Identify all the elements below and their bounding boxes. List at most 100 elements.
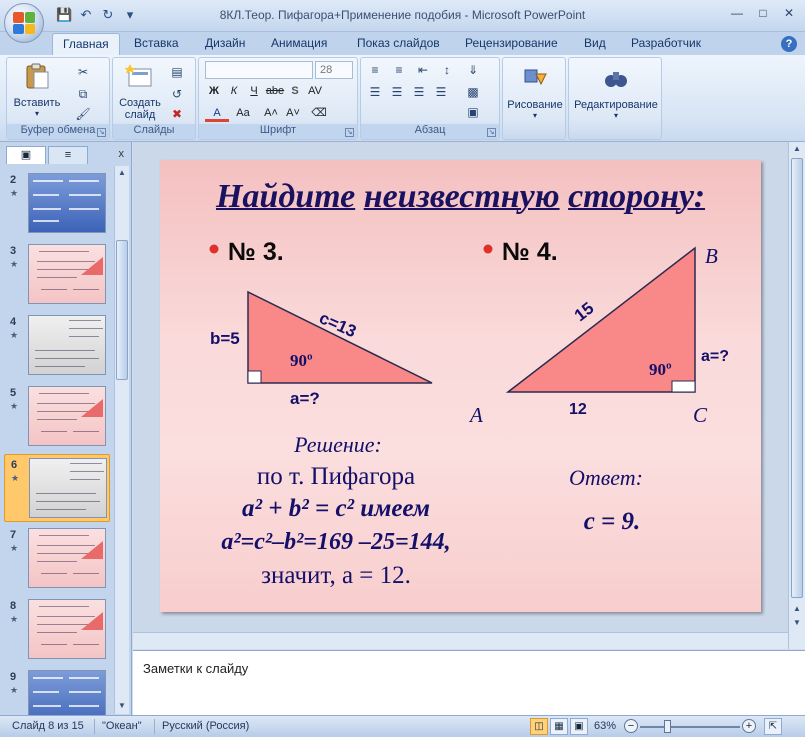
- prev-slide-icon[interactable]: ▲: [792, 604, 802, 613]
- text-direction-icon[interactable]: ⇓: [465, 62, 481, 78]
- slides-panel: ▣ ≡ x 2 ★ 3 ★ 4 ★ 5 ★ 6 ★ 7 ★ 8 ★ 9 ★ ▲ ▼: [0, 142, 132, 730]
- vscroll-up-icon[interactable]: ▲: [792, 144, 802, 153]
- thumbnail-text-line: [33, 691, 59, 693]
- underline-button[interactable]: Ч: [245, 82, 263, 100]
- normal-view-icon[interactable]: ◫: [530, 718, 548, 735]
- office-button[interactable]: [4, 3, 44, 43]
- slide-figures: № 3. b=5 c=13 90º a=? № 4. B A C 15 12 a…: [209, 238, 729, 589]
- paragraph-launcher-icon[interactable]: ↘: [487, 128, 496, 137]
- vertical-scrollbar[interactable]: ▲ ▲ ▼: [788, 142, 805, 649]
- slide-edit-area: Найдите неизвестную сторону: № 3. b=5 c=…: [133, 142, 805, 649]
- tab-animation[interactable]: Анимация: [271, 36, 327, 50]
- next-slide-icon[interactable]: ▼: [792, 618, 802, 627]
- clipboard-group-label: Буфер обмена: [7, 124, 109, 139]
- font-name-combo[interactable]: [205, 61, 313, 79]
- bullets-icon[interactable]: ≡: [367, 62, 383, 78]
- paste-button[interactable]: Вставить ▾: [11, 62, 63, 118]
- zoom-slider[interactable]: [640, 726, 740, 728]
- slide-number: 7: [10, 529, 17, 541]
- thumbnail-text-line: [69, 705, 99, 707]
- clear-format-button[interactable]: ⌫: [309, 104, 329, 122]
- help-icon[interactable]: ?: [781, 36, 797, 52]
- group-font: 28 Ж К Ч abe S AV A Аа A˄ A˅ ⌫ Шрифт ↘: [198, 57, 358, 140]
- smartart-icon[interactable]: ▣: [465, 104, 481, 120]
- tab-slideshow[interactable]: Показ слайдов: [357, 36, 440, 50]
- font-color-button[interactable]: A: [205, 104, 229, 122]
- thumbnail-text-line: [70, 471, 104, 472]
- theme-name[interactable]: "Океан": [102, 720, 142, 732]
- tab-home[interactable]: Главная: [52, 33, 120, 56]
- vscroll-thumb[interactable]: [791, 158, 803, 598]
- zoom-in-icon[interactable]: +: [742, 719, 756, 733]
- slide-thumbnail-item[interactable]: 2 ★: [4, 170, 110, 238]
- label-hyp-4: 15: [571, 299, 598, 326]
- slide-thumbnail-item[interactable]: 5 ★: [4, 383, 110, 451]
- editing-button[interactable]: Редактирование ▾: [571, 64, 661, 120]
- justify-icon[interactable]: ☰: [433, 84, 449, 100]
- font-launcher-icon[interactable]: ↘: [345, 128, 354, 137]
- panel-close-icon[interactable]: x: [119, 148, 125, 160]
- align-center-icon[interactable]: ☰: [389, 84, 405, 100]
- line-spacing-icon[interactable]: ↕: [439, 62, 455, 78]
- slide-thumbnail-item[interactable]: 3 ★: [4, 241, 110, 309]
- close-icon[interactable]: ✕: [777, 4, 801, 22]
- copy-icon[interactable]: ⧉: [75, 86, 91, 102]
- delete-slide-icon[interactable]: ✖: [169, 106, 185, 122]
- panel-scroll-thumb[interactable]: [116, 240, 128, 380]
- scroll-up-icon[interactable]: ▲: [117, 168, 127, 177]
- scroll-down-icon[interactable]: ▼: [117, 701, 127, 710]
- tab-developer[interactable]: Разработчик: [631, 36, 701, 50]
- shadow-button[interactable]: S: [287, 82, 303, 100]
- grow-font-button[interactable]: A˄: [261, 104, 281, 122]
- numbering-icon[interactable]: ≡: [391, 62, 407, 78]
- tab-insert[interactable]: Вставка: [134, 36, 179, 50]
- slide-canvas[interactable]: Найдите неизвестную сторону: № 3. b=5 c=…: [160, 160, 761, 612]
- italic-button[interactable]: К: [225, 82, 243, 100]
- tab-outline-view[interactable]: ≡: [48, 146, 88, 164]
- slide-thumbnail-item[interactable]: 7 ★: [4, 525, 110, 593]
- reset-icon[interactable]: ↺: [169, 86, 185, 102]
- language[interactable]: Русский (Россия): [162, 720, 249, 732]
- drawing-button[interactable]: Рисование ▾: [505, 64, 565, 120]
- slide-thumbnail-item[interactable]: 6 ★: [4, 454, 110, 522]
- cut-icon[interactable]: ✂: [75, 64, 91, 80]
- align-right-icon[interactable]: ☰: [411, 84, 427, 100]
- zoom-slider-knob[interactable]: [664, 720, 671, 733]
- maximize-icon[interactable]: □: [751, 4, 775, 22]
- notes-pane[interactable]: Заметки к слайду: [133, 650, 805, 715]
- shrink-font-button[interactable]: A˅: [283, 104, 303, 122]
- align-left-icon[interactable]: ☰: [367, 84, 383, 100]
- new-slide-button[interactable]: Создать слайд: [115, 62, 165, 121]
- layout-icon[interactable]: ▤: [169, 64, 185, 80]
- animation-star-icon: ★: [10, 188, 19, 198]
- tab-design[interactable]: Дизайн: [205, 36, 245, 50]
- fit-to-window-icon[interactable]: ⇱: [764, 718, 782, 735]
- slide-thumbnail-item[interactable]: 4 ★: [4, 312, 110, 380]
- decrease-indent-icon[interactable]: ⇤: [415, 62, 431, 78]
- format-painter-icon[interactable]: 🖌: [75, 106, 91, 122]
- zoom-out-icon[interactable]: −: [624, 719, 638, 733]
- bold-button[interactable]: Ж: [205, 82, 223, 100]
- tab-view[interactable]: Вид: [584, 36, 606, 50]
- panel-scrollbar[interactable]: ▲ ▼: [114, 166, 129, 714]
- tab-review[interactable]: Рецензирование: [465, 36, 558, 50]
- triangle-3[interactable]: [247, 290, 433, 384]
- thumbnail-text-line: [35, 350, 95, 351]
- minimize-icon[interactable]: —: [725, 4, 749, 22]
- office-logo-icon: [13, 12, 35, 34]
- clipboard-launcher-icon[interactable]: ↘: [97, 128, 106, 137]
- label-a-4: a=?: [701, 348, 729, 365]
- font-size-combo[interactable]: 28: [315, 61, 353, 79]
- strikethrough-button[interactable]: abe: [265, 82, 285, 100]
- slide-sorter-view-icon[interactable]: ▦: [550, 718, 568, 735]
- binoculars-icon: [605, 72, 627, 87]
- slide-thumbnail-item[interactable]: 8 ★: [4, 596, 110, 664]
- zoom-percent[interactable]: 63%: [594, 720, 616, 732]
- animation-star-icon: ★: [10, 543, 19, 553]
- align-text-icon[interactable]: ▩: [465, 84, 481, 100]
- slideshow-view-icon[interactable]: ▣: [570, 718, 588, 735]
- horizontal-scrollbar[interactable]: [133, 632, 788, 649]
- change-case-button[interactable]: Аа: [233, 104, 253, 122]
- tab-slides-view[interactable]: ▣: [6, 146, 46, 164]
- char-spacing-button[interactable]: AV: [305, 82, 325, 100]
